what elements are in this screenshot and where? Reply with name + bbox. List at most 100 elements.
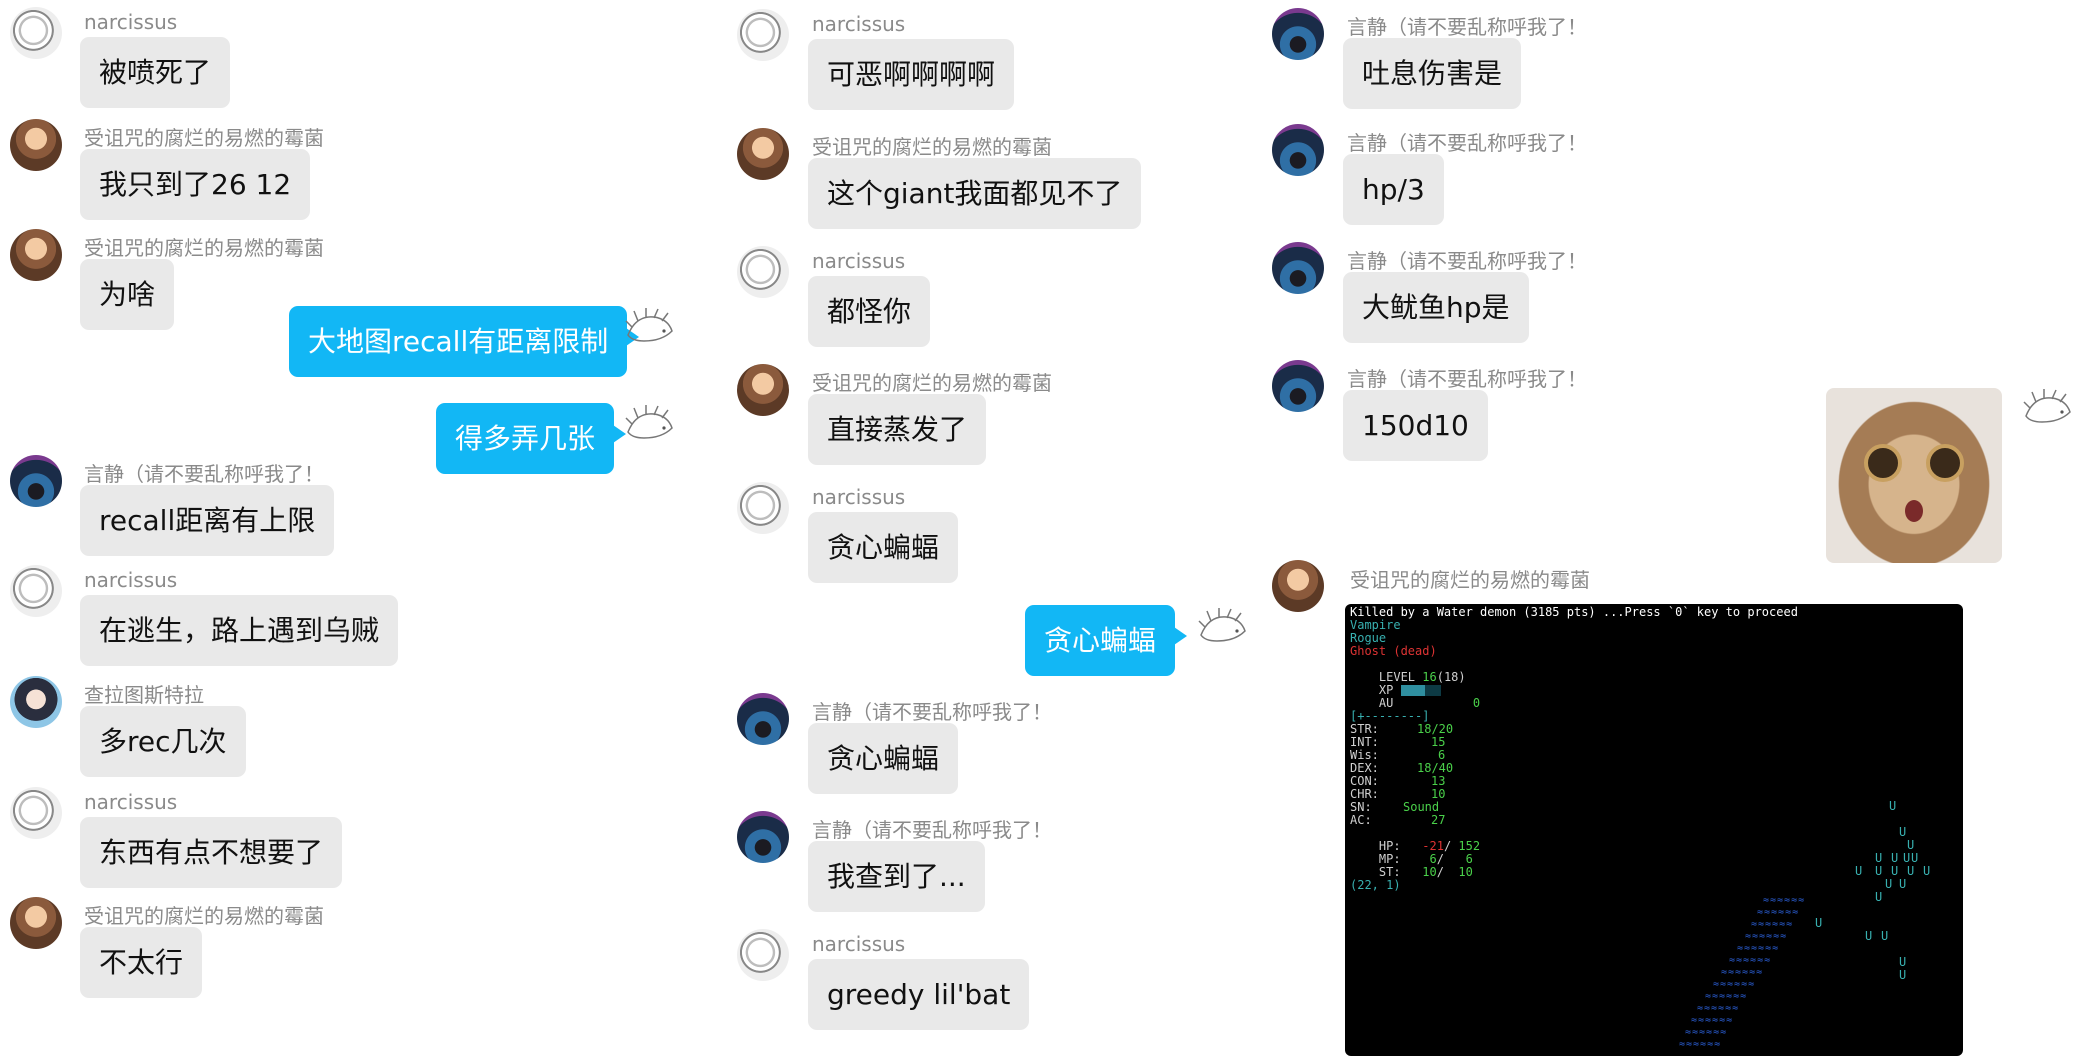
hedgehog-sketch-icon[interactable] xyxy=(622,402,676,446)
water-demon-glyph: U xyxy=(1885,877,1893,891)
water-demon-glyph: U xyxy=(1899,825,1907,839)
water-demon-glyph: U xyxy=(1855,864,1863,878)
sender-name: narcissus xyxy=(812,932,906,956)
sender-name: 言静（请不要乱称呼我了！ xyxy=(1347,249,1587,273)
stat-label: STR: xyxy=(1350,722,1379,736)
mold-avatar[interactable] xyxy=(737,128,789,180)
message-bubble[interactable]: 东西有点不想要了 xyxy=(80,817,343,888)
sender-name: 受诅咒的腐烂的易燃的霉菌 xyxy=(812,371,1052,395)
yanjing-avatar[interactable] xyxy=(1272,242,1324,294)
narcissus-avatar[interactable] xyxy=(737,482,789,534)
water-demon-glyph: U xyxy=(1865,929,1873,943)
yanjing-avatar[interactable] xyxy=(10,455,62,507)
sender-name: 言静（请不要乱称呼我了！ xyxy=(812,818,1052,842)
message-bubble[interactable]: 贪心蝙蝠 xyxy=(808,723,959,794)
yanjing-avatar[interactable] xyxy=(737,693,789,745)
water-demon-glyph: U xyxy=(1899,877,1907,891)
message-bubble[interactable]: hp/3 xyxy=(1343,154,1444,225)
water-demon-glyph: U xyxy=(1907,864,1915,878)
sender-name: 受诅咒的腐烂的易燃的霉菌 xyxy=(84,904,324,928)
water-demon-glyph: U xyxy=(1889,799,1897,813)
message-bubble[interactable]: 被喷死了 xyxy=(80,37,231,108)
level-max: (18) xyxy=(1436,670,1466,684)
message-bubble[interactable]: 大鱿鱼hp是 xyxy=(1343,272,1529,343)
message-bubble[interactable]: 多rec几次 xyxy=(80,706,246,777)
sender-name: 受诅咒的腐烂的易燃的霉菌 xyxy=(84,126,324,150)
stat-label: INT: xyxy=(1350,735,1379,749)
sender-name: 言静（请不要乱称呼我了！ xyxy=(1347,15,1587,39)
message-bubble[interactable]: 我只到了26 12 xyxy=(80,149,311,220)
self-message-bubble[interactable]: 大地图recall有距离限制 xyxy=(289,306,640,377)
stat-label: Wis: xyxy=(1350,748,1379,762)
sender-name: 言静（请不要乱称呼我了！ xyxy=(812,700,1052,724)
message-bubble[interactable]: 直接蒸发了 xyxy=(808,394,987,465)
stat-label: CON: xyxy=(1350,774,1379,788)
status-text: Ghost (dead) xyxy=(1350,644,1437,658)
stat-label: DEX: xyxy=(1350,761,1379,775)
message-bubble[interactable]: 吐息伤害是 xyxy=(1343,38,1522,109)
water-demon-glyph: U xyxy=(1923,864,1931,878)
sender-name: narcissus xyxy=(812,12,906,36)
mold-avatar[interactable] xyxy=(737,364,789,416)
message-bubble[interactable]: 我查到了... xyxy=(808,841,985,912)
water-tile-row: ≈≈≈≈≈≈ xyxy=(1679,1039,1722,1050)
message-bubble[interactable]: 可恶啊啊啊啊 xyxy=(808,39,1015,110)
sender-name: narcissus xyxy=(84,568,178,592)
sender-name: 查拉图斯特拉 xyxy=(84,683,204,707)
narcissus-avatar[interactable] xyxy=(10,787,62,839)
hedgehog-sketch-icon[interactable] xyxy=(1195,605,1249,649)
mold-avatar[interactable] xyxy=(10,229,62,281)
st-current: 10 xyxy=(1422,865,1437,879)
sender-name: narcissus xyxy=(84,790,178,814)
stat-label: AC: xyxy=(1350,813,1372,827)
self-message-bubble[interactable]: 得多弄几张 xyxy=(436,403,627,474)
stat-label: CHR: xyxy=(1350,787,1379,801)
sender-name: 受诅咒的腐烂的易燃的霉菌 xyxy=(84,236,324,260)
narcissus-avatar[interactable] xyxy=(737,9,789,61)
self-message-bubble[interactable]: 贪心蝙蝠 xyxy=(1025,605,1188,676)
yanjing-avatar[interactable] xyxy=(1272,124,1324,176)
narcissus-avatar[interactable] xyxy=(10,565,62,617)
narcissus-avatar[interactable] xyxy=(10,7,62,59)
water-demon-glyph: U xyxy=(1891,864,1899,878)
water-demon-glyph: U xyxy=(1815,916,1823,930)
narcissus-avatar[interactable] xyxy=(737,246,789,298)
yanjing-avatar[interactable] xyxy=(737,811,789,863)
coordinates: (22, 1) xyxy=(1350,878,1401,892)
mold-avatar[interactable] xyxy=(1272,560,1324,612)
sender-name: narcissus xyxy=(812,249,906,273)
water-demon-glyph: U xyxy=(1875,890,1883,904)
sender-name: 受诅咒的腐烂的易燃的霉菌 xyxy=(1350,568,1590,592)
sender-name: narcissus xyxy=(812,485,906,509)
sender-name: 言静（请不要乱称呼我了！ xyxy=(1347,131,1587,155)
mold-avatar[interactable] xyxy=(10,119,62,171)
narcissus-avatar[interactable] xyxy=(737,929,789,981)
chara-avatar[interactable] xyxy=(10,676,62,728)
message-bubble[interactable]: 贪心蝙蝠 xyxy=(808,512,959,583)
au-value: 0 xyxy=(1472,696,1481,710)
message-bubble[interactable]: 为啥 xyxy=(80,259,175,330)
message-bubble[interactable]: recall距离有上限 xyxy=(80,485,335,556)
yanjing-avatar[interactable] xyxy=(1272,8,1324,60)
surprised-cat-sticker[interactable] xyxy=(1826,388,2002,563)
sender-name: 受诅咒的腐烂的易燃的霉菌 xyxy=(812,135,1052,159)
sender-name: 言静（请不要乱称呼我了！ xyxy=(84,462,324,486)
game-screenshot-image[interactable]: Killed by a Water demon (3185 pts) ...Pr… xyxy=(1345,604,1963,1056)
st-label: ST: xyxy=(1378,865,1401,879)
death-message: Killed by a Water demon (3185 pts) ...Pr… xyxy=(1350,605,1798,619)
message-bubble[interactable]: greedy lil'bat xyxy=(808,959,1030,1030)
stat-label: SN: xyxy=(1350,800,1372,814)
message-bubble[interactable]: 在逃生，路上遇到乌贼 xyxy=(80,595,399,666)
st-max: 10 xyxy=(1458,865,1473,879)
hedgehog-sketch-icon[interactable] xyxy=(2020,386,2074,430)
stat-row: AC: xyxy=(1350,814,1372,827)
hedgehog-sketch-icon[interactable] xyxy=(622,305,676,349)
message-bubble[interactable]: 不太行 xyxy=(80,927,203,998)
message-bubble[interactable]: 150d10 xyxy=(1343,390,1488,461)
message-bubble[interactable]: 都怪你 xyxy=(808,276,931,347)
mold-avatar[interactable] xyxy=(10,897,62,949)
yanjing-avatar[interactable] xyxy=(1272,360,1324,412)
message-bubble[interactable]: 这个giant我面都见不了 xyxy=(808,158,1142,229)
sender-name: 言静（请不要乱称呼我了！ xyxy=(1347,367,1587,391)
water-demon-glyph: U xyxy=(1875,864,1883,878)
